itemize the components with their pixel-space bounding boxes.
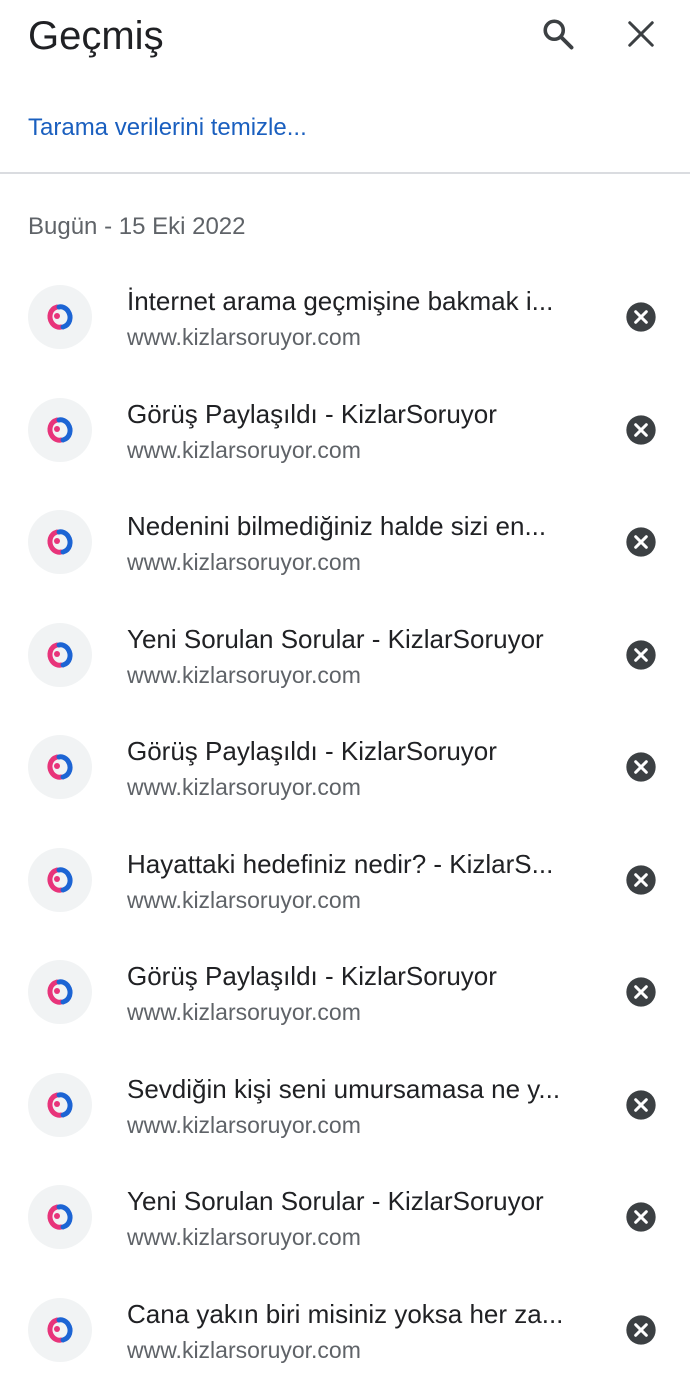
remove-item-button[interactable] [621,297,661,337]
page-title: Geçmiş [28,12,164,60]
site-favicon [28,1073,92,1137]
kizlarsoruyor-logo-icon [45,1315,75,1345]
remove-circle-icon [625,526,657,558]
remove-item-button[interactable] [621,1310,661,1350]
site-favicon [28,1185,92,1249]
history-item-title: İnternet arama geçmişine bakmak i... [127,284,589,318]
history-item[interactable]: Nedenini bilmediğiniz halde sizi en... w… [0,485,690,598]
history-item[interactable]: Cana yakın biri misiniz yoksa her za... … [0,1273,690,1385]
history-item-title: Nedenini bilmediğiniz halde sizi en... [127,509,589,543]
remove-circle-icon [625,1089,657,1121]
remove-circle-icon [625,301,657,333]
kizlarsoruyor-logo-icon [45,865,75,895]
history-item-url: www.kizlarsoruyor.com [127,1222,589,1252]
kizlarsoruyor-logo-icon [45,1090,75,1120]
site-favicon [28,398,92,462]
remove-circle-icon [625,864,657,896]
remove-item-button[interactable] [621,635,661,675]
app-header: Geçmiş [0,0,690,76]
history-item[interactable]: Sevdiğin kişi seni umursamasa ne y... ww… [0,1048,690,1161]
date-section-header: Bugün - 15 Eki 2022 [28,211,246,243]
close-button[interactable] [613,6,669,62]
history-item-title: Yeni Sorulan Sorular - KizlarSoruyor [127,622,589,656]
remove-circle-icon [625,751,657,783]
history-item-url: www.kizlarsoruyor.com [127,772,589,802]
history-item-title: Görüş Paylaşıldı - KizlarSoruyor [127,959,589,993]
history-item-title: Görüş Paylaşıldı - KizlarSoruyor [127,397,589,431]
history-item-title: Sevdiğin kişi seni umursamasa ne y... [127,1072,589,1106]
site-favicon [28,285,92,349]
history-item-title: Yeni Sorulan Sorular - KizlarSoruyor [127,1184,589,1218]
site-favicon [28,1298,92,1362]
history-item-title: Görüş Paylaşıldı - KizlarSoruyor [127,734,589,768]
remove-item-button[interactable] [621,522,661,562]
kizlarsoruyor-logo-icon [45,752,75,782]
history-item[interactable]: Hayattaki hedefiniz nedir? - KizlarS... … [0,823,690,936]
history-item-url: www.kizlarsoruyor.com [127,1335,589,1365]
history-item[interactable]: Görüş Paylaşıldı - KizlarSoruyor www.kiz… [0,935,690,1048]
history-item-url: www.kizlarsoruyor.com [127,885,589,915]
kizlarsoruyor-logo-icon [45,1202,75,1232]
history-item-title: Cana yakın biri misiniz yoksa her za... [127,1297,589,1331]
search-button[interactable] [530,6,586,62]
history-item[interactable]: Yeni Sorulan Sorular - KizlarSoruyor www… [0,1160,690,1273]
site-favicon [28,848,92,912]
remove-circle-icon [625,639,657,671]
kizlarsoruyor-logo-icon [45,302,75,332]
remove-circle-icon [625,1201,657,1233]
history-item-title: Hayattaki hedefiniz nedir? - KizlarS... [127,847,589,881]
history-item[interactable]: Görüş Paylaşıldı - KizlarSoruyor www.kiz… [0,710,690,823]
history-item-url: www.kizlarsoruyor.com [127,997,589,1027]
history-item-url: www.kizlarsoruyor.com [127,547,589,577]
history-item-url: www.kizlarsoruyor.com [127,660,589,690]
kizlarsoruyor-logo-icon [45,527,75,557]
remove-item-button[interactable] [621,860,661,900]
site-favicon [28,960,92,1024]
kizlarsoruyor-logo-icon [45,640,75,670]
history-item[interactable]: Görüş Paylaşıldı - KizlarSoruyor www.kiz… [0,373,690,486]
history-item-url: www.kizlarsoruyor.com [127,322,589,352]
history-item[interactable]: Yeni Sorulan Sorular - KizlarSoruyor www… [0,598,690,711]
remove-circle-icon [625,414,657,446]
site-favicon [28,735,92,799]
remove-circle-icon [625,1314,657,1346]
remove-item-button[interactable] [621,747,661,787]
site-favicon [28,510,92,574]
remove-item-button[interactable] [621,1085,661,1125]
search-icon [540,16,576,52]
history-item[interactable]: İnternet arama geçmişine bakmak i... www… [0,260,690,373]
remove-item-button[interactable] [621,410,661,450]
close-icon [626,19,656,49]
history-list: İnternet arama geçmişine bakmak i... www… [0,260,690,1385]
kizlarsoruyor-logo-icon [45,977,75,1007]
history-item-url: www.kizlarsoruyor.com [127,435,589,465]
history-item-url: www.kizlarsoruyor.com [127,1110,589,1140]
remove-circle-icon [625,976,657,1008]
clear-browsing-data-link[interactable]: Tarama verilerini temizle... [28,112,307,144]
remove-item-button[interactable] [621,972,661,1012]
divider [0,172,690,174]
site-favicon [28,623,92,687]
remove-item-button[interactable] [621,1197,661,1237]
kizlarsoruyor-logo-icon [45,415,75,445]
